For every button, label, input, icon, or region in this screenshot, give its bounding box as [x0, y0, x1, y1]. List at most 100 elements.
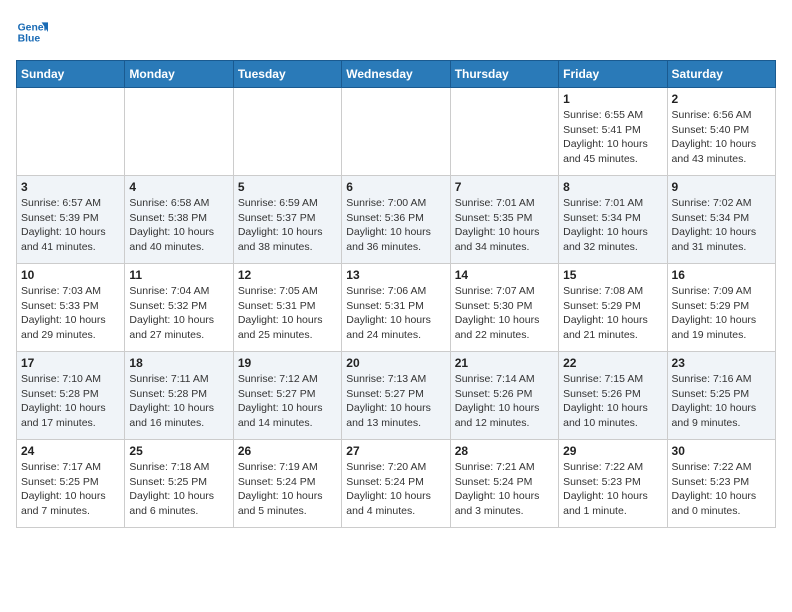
day-number: 24	[21, 444, 120, 458]
calendar-week-row: 24 Sunrise: 7:17 AM Sunset: 5:25 PM Dayli…	[17, 440, 776, 528]
calendar-cell: 20 Sunrise: 7:13 AM Sunset: 5:27 PM Dayli…	[342, 352, 450, 440]
calendar-week-row: 3 Sunrise: 6:57 AM Sunset: 5:39 PM Daylig…	[17, 176, 776, 264]
calendar-cell: 25 Sunrise: 7:18 AM Sunset: 5:25 PM Dayli…	[125, 440, 233, 528]
day-info: Sunrise: 7:13 AM Sunset: 5:27 PM Dayligh…	[346, 372, 445, 431]
day-number: 13	[346, 268, 445, 282]
calendar-cell: 6 Sunrise: 7:00 AM Sunset: 5:36 PM Daylig…	[342, 176, 450, 264]
calendar-cell: 5Sunrise: 6:59 AM Sunset: 5:37 PM Daylig…	[233, 176, 341, 264]
calendar-cell: 21 Sunrise: 7:14 AM Sunset: 5:26 PM Dayli…	[450, 352, 558, 440]
day-number: 25	[129, 444, 228, 458]
svg-text:Blue: Blue	[18, 34, 41, 45]
day-info: Sunrise: 7:22 AM Sunset: 5:23 PM Dayligh…	[563, 460, 662, 519]
day-number: 7	[455, 180, 554, 194]
calendar-cell: 11 Sunrise: 7:04 AM Sunset: 5:32 PM Dayli…	[125, 264, 233, 352]
calendar-cell	[125, 88, 233, 176]
calendar-cell: 23 Sunrise: 7:16 AM Sunset: 5:25 PM Dayli…	[667, 352, 775, 440]
day-info: Sunrise: 7:00 AM Sunset: 5:36 PM Dayligh…	[346, 196, 445, 255]
day-number: 21	[455, 356, 554, 370]
day-info: Sunrise: 7:04 AM Sunset: 5:32 PM Dayligh…	[129, 284, 228, 343]
calendar-header-row: SundayMondayTuesdayWednesdayThursdayFrid…	[17, 61, 776, 88]
day-number: 23	[672, 356, 771, 370]
day-info: Sunrise: 7:14 AM Sunset: 5:26 PM Dayligh…	[455, 372, 554, 431]
calendar-cell: 14 Sunrise: 7:07 AM Sunset: 5:30 PM Dayli…	[450, 264, 558, 352]
day-info: Sunrise: 7:17 AM Sunset: 5:25 PM Dayligh…	[21, 460, 120, 519]
calendar-cell: 28Sunrise: 7:21 AM Sunset: 5:24 PM Dayli…	[450, 440, 558, 528]
weekday-header: Wednesday	[342, 61, 450, 88]
calendar-cell: 10 Sunrise: 7:03 AM Sunset: 5:33 PM Dayli…	[17, 264, 125, 352]
day-number: 1	[563, 92, 662, 106]
calendar-cell: 12Sunrise: 7:05 AM Sunset: 5:31 PM Dayli…	[233, 264, 341, 352]
calendar-cell: 24 Sunrise: 7:17 AM Sunset: 5:25 PM Dayli…	[17, 440, 125, 528]
calendar-cell: 29 Sunrise: 7:22 AM Sunset: 5:23 PM Dayli…	[559, 440, 667, 528]
day-number: 22	[563, 356, 662, 370]
day-number: 2	[672, 92, 771, 106]
day-info: Sunrise: 7:19 AM Sunset: 5:24 PM Dayligh…	[238, 460, 337, 519]
day-number: 18	[129, 356, 228, 370]
day-info: Sunrise: 7:07 AM Sunset: 5:30 PM Dayligh…	[455, 284, 554, 343]
day-number: 6	[346, 180, 445, 194]
calendar-cell	[342, 88, 450, 176]
calendar-cell: 7 Sunrise: 7:01 AM Sunset: 5:35 PM Daylig…	[450, 176, 558, 264]
day-number: 4	[129, 180, 228, 194]
day-number: 14	[455, 268, 554, 282]
day-info: Sunrise: 6:56 AM Sunset: 5:40 PM Dayligh…	[672, 108, 771, 167]
day-number: 20	[346, 356, 445, 370]
calendar-cell	[17, 88, 125, 176]
day-info: Sunrise: 6:55 AM Sunset: 5:41 PM Dayligh…	[563, 108, 662, 167]
calendar-cell: 8 Sunrise: 7:01 AM Sunset: 5:34 PM Daylig…	[559, 176, 667, 264]
day-info: Sunrise: 7:11 AM Sunset: 5:28 PM Dayligh…	[129, 372, 228, 431]
day-info: Sunrise: 7:15 AM Sunset: 5:26 PM Dayligh…	[563, 372, 662, 431]
weekday-header: Friday	[559, 61, 667, 88]
day-number: 19	[238, 356, 337, 370]
calendar-week-row: 10 Sunrise: 7:03 AM Sunset: 5:33 PM Dayli…	[17, 264, 776, 352]
page-header: General Blue	[16, 16, 776, 48]
calendar-cell: 17 Sunrise: 7:10 AM Sunset: 5:28 PM Dayli…	[17, 352, 125, 440]
calendar-cell: 26 Sunrise: 7:19 AM Sunset: 5:24 PM Dayli…	[233, 440, 341, 528]
day-info: Sunrise: 7:16 AM Sunset: 5:25 PM Dayligh…	[672, 372, 771, 431]
calendar-table: SundayMondayTuesdayWednesdayThursdayFrid…	[16, 60, 776, 528]
calendar-cell: 9Sunrise: 7:02 AM Sunset: 5:34 PM Daylig…	[667, 176, 775, 264]
calendar-cell: 30 Sunrise: 7:22 AM Sunset: 5:23 PM Dayli…	[667, 440, 775, 528]
day-number: 29	[563, 444, 662, 458]
day-info: Sunrise: 7:03 AM Sunset: 5:33 PM Dayligh…	[21, 284, 120, 343]
day-info: Sunrise: 7:02 AM Sunset: 5:34 PM Dayligh…	[672, 196, 771, 255]
day-info: Sunrise: 7:01 AM Sunset: 5:34 PM Dayligh…	[563, 196, 662, 255]
day-info: Sunrise: 7:20 AM Sunset: 5:24 PM Dayligh…	[346, 460, 445, 519]
logo-icon: General Blue	[16, 16, 48, 48]
day-number: 11	[129, 268, 228, 282]
calendar-cell: 19 Sunrise: 7:12 AM Sunset: 5:27 PM Dayli…	[233, 352, 341, 440]
day-number: 30	[672, 444, 771, 458]
day-number: 3	[21, 180, 120, 194]
calendar-cell: 1 Sunrise: 6:55 AM Sunset: 5:41 PM Daylig…	[559, 88, 667, 176]
day-info: Sunrise: 6:57 AM Sunset: 5:39 PM Dayligh…	[21, 196, 120, 255]
day-number: 27	[346, 444, 445, 458]
day-info: Sunrise: 7:22 AM Sunset: 5:23 PM Dayligh…	[672, 460, 771, 519]
weekday-header: Tuesday	[233, 61, 341, 88]
calendar-cell	[233, 88, 341, 176]
day-number: 15	[563, 268, 662, 282]
calendar-cell	[450, 88, 558, 176]
day-info: Sunrise: 7:08 AM Sunset: 5:29 PM Dayligh…	[563, 284, 662, 343]
weekday-header: Monday	[125, 61, 233, 88]
day-info: Sunrise: 7:12 AM Sunset: 5:27 PM Dayligh…	[238, 372, 337, 431]
day-info: Sunrise: 6:59 AM Sunset: 5:37 PM Dayligh…	[238, 196, 337, 255]
calendar-week-row: 1 Sunrise: 6:55 AM Sunset: 5:41 PM Daylig…	[17, 88, 776, 176]
calendar-cell: 3 Sunrise: 6:57 AM Sunset: 5:39 PM Daylig…	[17, 176, 125, 264]
day-number: 26	[238, 444, 337, 458]
day-info: Sunrise: 7:18 AM Sunset: 5:25 PM Dayligh…	[129, 460, 228, 519]
calendar-cell: 22 Sunrise: 7:15 AM Sunset: 5:26 PM Dayli…	[559, 352, 667, 440]
weekday-header: Saturday	[667, 61, 775, 88]
day-info: Sunrise: 7:01 AM Sunset: 5:35 PM Dayligh…	[455, 196, 554, 255]
day-number: 10	[21, 268, 120, 282]
calendar-cell: 2 Sunrise: 6:56 AM Sunset: 5:40 PM Daylig…	[667, 88, 775, 176]
day-info: Sunrise: 7:09 AM Sunset: 5:29 PM Dayligh…	[672, 284, 771, 343]
calendar-week-row: 17 Sunrise: 7:10 AM Sunset: 5:28 PM Dayli…	[17, 352, 776, 440]
day-info: Sunrise: 6:58 AM Sunset: 5:38 PM Dayligh…	[129, 196, 228, 255]
calendar-cell: 18 Sunrise: 7:11 AM Sunset: 5:28 PM Dayli…	[125, 352, 233, 440]
calendar-cell: 27 Sunrise: 7:20 AM Sunset: 5:24 PM Dayli…	[342, 440, 450, 528]
calendar-cell: 13Sunrise: 7:06 AM Sunset: 5:31 PM Dayli…	[342, 264, 450, 352]
weekday-header: Thursday	[450, 61, 558, 88]
day-number: 17	[21, 356, 120, 370]
day-info: Sunrise: 7:10 AM Sunset: 5:28 PM Dayligh…	[21, 372, 120, 431]
day-number: 8	[563, 180, 662, 194]
